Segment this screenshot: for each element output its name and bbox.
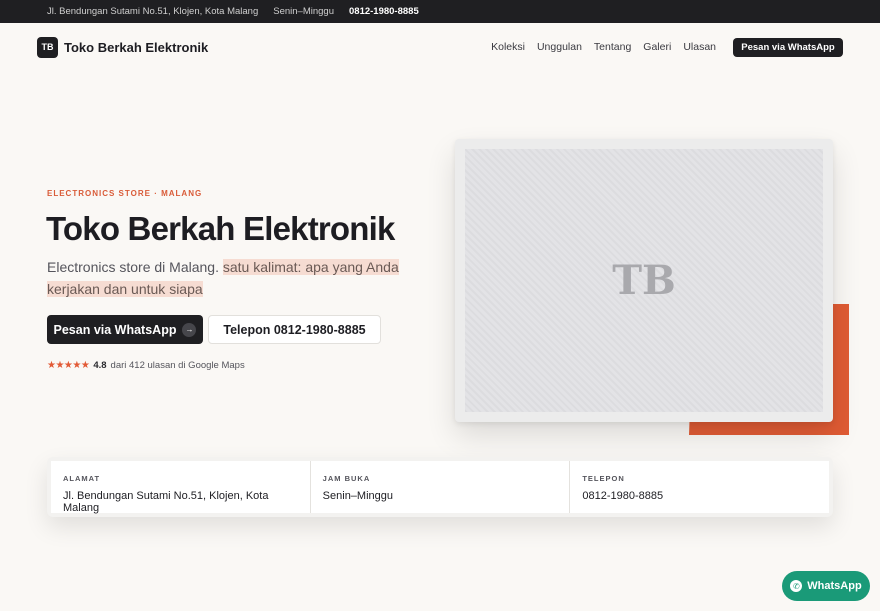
star-rating-icon: ★★★★★ xyxy=(47,360,90,371)
info-label: JAM BUKA xyxy=(322,474,371,483)
topbar-hours: Senin–Minggu xyxy=(273,6,334,17)
info-label: ALAMAT xyxy=(63,474,101,483)
floating-whatsapp-label: WhatsApp xyxy=(807,580,862,592)
info-label: TELEPON xyxy=(582,474,625,483)
hero-image-frame: TB xyxy=(455,139,833,422)
info-value: Jl. Bendungan Sutami No.51, Klojen, Kota… xyxy=(63,490,269,514)
main-navigation: TB Toko Berkah Elektronik Koleksi Unggul… xyxy=(0,23,880,71)
info-value: Senin–Minggu xyxy=(322,490,394,502)
logo-mark: TB xyxy=(37,36,58,58)
nav-item-ulasan[interactable]: Ulasan xyxy=(683,41,716,53)
hero-subtitle: Electronics store di Malang. satu kalima… xyxy=(47,256,407,300)
whatsapp-order-button[interactable]: Pesan via WhatsApp → xyxy=(47,315,203,344)
arrow-right-icon: → xyxy=(182,322,197,337)
floating-whatsapp-button[interactable]: ✆ WhatsApp xyxy=(782,571,870,601)
whatsapp-order-label: Pesan via WhatsApp xyxy=(53,322,177,337)
nav-item-galeri[interactable]: Galeri xyxy=(643,41,671,53)
rating-score: 4.8 xyxy=(93,360,107,371)
nav-item-tentang[interactable]: Tentang xyxy=(594,41,631,53)
topbar-phone[interactable]: 0812-1980-8885 xyxy=(349,6,419,17)
call-phone-button[interactable]: Telepon 0812-1980-8885 xyxy=(208,315,381,344)
rating-text: dari 412 ulasan di Google Maps xyxy=(110,360,245,371)
nav-whatsapp-button[interactable]: Pesan via WhatsApp xyxy=(733,37,843,57)
brand-name: Toko Berkah Elektronik xyxy=(64,39,209,55)
info-cell-address: ALAMAT Jl. Bendungan Sutami No.51, Kloje… xyxy=(51,461,311,514)
rating-summary: ★★★★★ 4.8 dari 412 ulasan di Google Maps xyxy=(47,360,245,371)
hero-image-placeholder: TB xyxy=(465,149,823,412)
nav-item-unggulan[interactable]: Unggulan xyxy=(537,41,582,53)
hero-eyebrow: ELECTRONICS STORE · MALANG xyxy=(47,189,203,198)
hero-title: Toko Berkah Elektronik xyxy=(46,210,395,247)
info-cell-phone: TELEPON 0812-1980-8885 xyxy=(570,461,830,513)
placeholder-monogram: TB xyxy=(612,257,676,304)
top-info-bar: Jl. Bendungan Sutami No.51, Klojen, Kota… xyxy=(0,0,880,23)
info-cell-hours: JAM BUKA Senin–Minggu xyxy=(310,461,571,513)
nav-menu: Koleksi Unggulan Tentang Galeri Ulasan P… xyxy=(491,37,843,57)
info-value[interactable]: 0812-1980-8885 xyxy=(582,490,817,502)
brand-logo[interactable]: TB Toko Berkah Elektronik xyxy=(37,36,209,58)
whatsapp-icon: ✆ xyxy=(790,580,803,592)
store-info-card: ALAMAT Jl. Bendungan Sutami No.51, Kloje… xyxy=(47,457,833,517)
nav-item-koleksi[interactable]: Koleksi xyxy=(491,41,525,53)
topbar-address: Jl. Bendungan Sutami No.51, Klojen, Kota… xyxy=(47,6,259,17)
hero-subtitle-text: Electronics store di Malang. xyxy=(47,259,219,275)
